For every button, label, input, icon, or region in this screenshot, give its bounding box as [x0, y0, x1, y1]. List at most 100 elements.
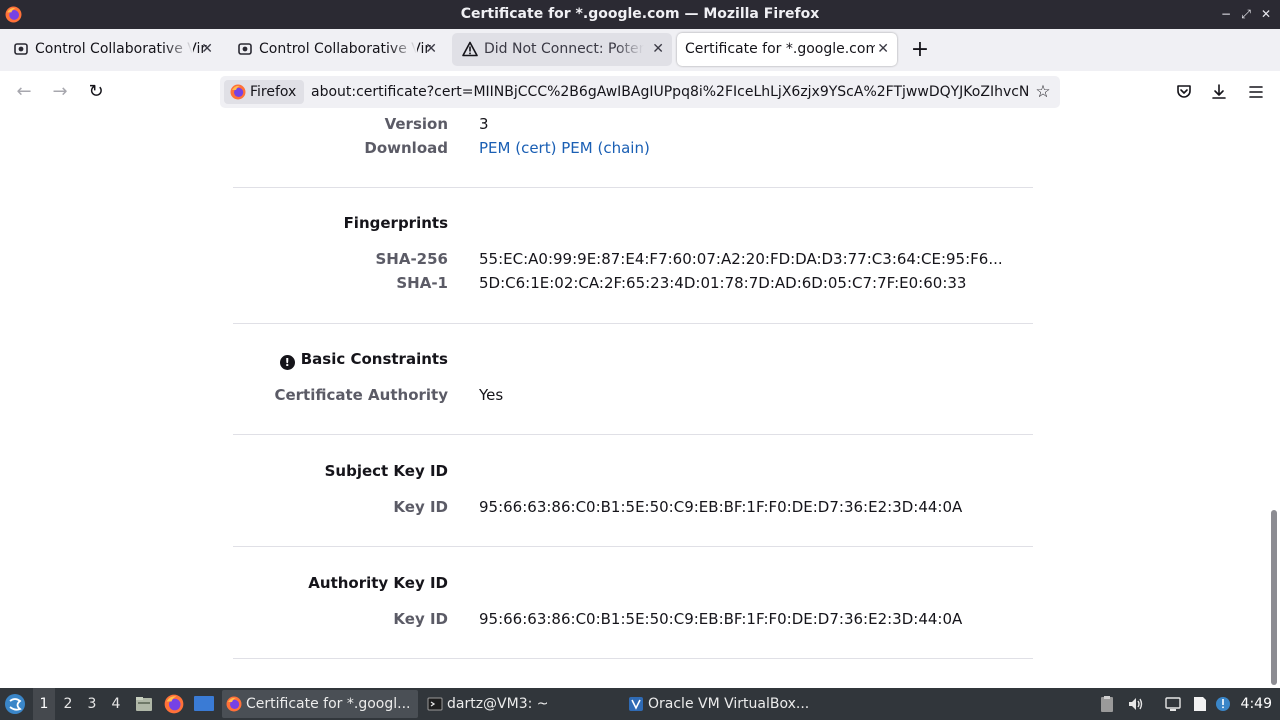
- subject-key-id-section: Subject Key ID Key ID 95:66:63:86:C0:B1:…: [233, 434, 1033, 547]
- update-notification-icon: [1216, 697, 1230, 711]
- task-label: Oracle VM VirtualBox...: [648, 696, 810, 712]
- tab-label: Certificate for *.google.com: [685, 41, 875, 57]
- new-tab-button[interactable]: +: [908, 35, 932, 65]
- clock[interactable]: 4:49: [1241, 688, 1272, 720]
- volume-icon: [1129, 698, 1143, 710]
- tab-fade: [165, 33, 193, 66]
- tab-certificate[interactable]: Certificate for *.google.com ✕: [677, 33, 897, 66]
- show-desktop-launcher[interactable]: [193, 688, 215, 720]
- tray-updates[interactable]: [1214, 695, 1232, 713]
- workspace-2[interactable]: 2: [57, 688, 79, 720]
- bookmark-star-icon[interactable]: ☆: [1032, 81, 1054, 103]
- sha1-label: SHA-1: [396, 274, 448, 292]
- task-firefox[interactable]: Certificate for *.googl...: [222, 690, 418, 718]
- pem-cert-link[interactable]: PEM (cert): [479, 139, 556, 157]
- basic-constraints-heading: ! Basic Constraints: [279, 350, 448, 370]
- window-titlebar: Certificate for *.google.com — Mozilla F…: [0, 0, 1280, 29]
- certificate-authority-value: Yes: [479, 386, 504, 404]
- reload-button[interactable]: ↻: [84, 80, 108, 104]
- authority-key-id-label: Key ID: [393, 610, 448, 628]
- workspace-4[interactable]: 4: [105, 688, 127, 720]
- clipboard-icon: [1101, 696, 1113, 712]
- tray-notes[interactable]: [1191, 695, 1209, 713]
- subject-key-id-value: 95:66:63:86:C0:B1:5E:50:C9:EB:BF:1F:F0:D…: [479, 498, 963, 516]
- sha256-label: SHA-256: [375, 250, 448, 268]
- warning-icon: [462, 41, 478, 57]
- forward-button[interactable]: →: [48, 80, 72, 104]
- taskbar: 1 2 3 4 Certificate for *.googl... dartz…: [0, 688, 1280, 720]
- misc-section: Version 3 Download PEM (cert) PEM (chain…: [233, 113, 1033, 188]
- notes-icon: [1194, 697, 1206, 711]
- firefox-launcher[interactable]: [164, 688, 184, 720]
- download-icon: [1212, 84, 1226, 99]
- task-label: Certificate for *.googl...: [246, 696, 411, 712]
- firefox-icon: [226, 696, 242, 712]
- close-tab-icon[interactable]: ✕: [877, 33, 889, 66]
- version-label: Version: [384, 115, 448, 133]
- back-button[interactable]: ←: [12, 80, 36, 104]
- workspace-1[interactable]: 1: [33, 688, 55, 720]
- tab-fade: [389, 33, 417, 66]
- sha256-value: 55:EC:A0:99:9E:87:E4:F7:60:07:A2:20:FD:D…: [479, 250, 1003, 268]
- fingerprints-section: Fingerprints SHA-256 55:EC:A0:99:9E:87:E…: [233, 187, 1033, 324]
- version-value: 3: [479, 115, 489, 133]
- firefox-icon: [230, 84, 246, 100]
- file-manager-icon: [136, 697, 152, 711]
- certificate-authority-label: Certificate Authority: [274, 386, 448, 404]
- identity-box[interactable]: Firefox: [224, 80, 304, 104]
- subject-key-id-label: Key ID: [393, 498, 448, 516]
- close-tab-icon[interactable]: ✕: [201, 33, 213, 66]
- start-menu-button[interactable]: [4, 688, 28, 720]
- certificate-page: Version 3 Download PEM (cert) PEM (chain…: [0, 113, 1268, 688]
- pem-chain-link[interactable]: PEM (chain): [561, 139, 650, 157]
- app-menu-button[interactable]: [1244, 80, 1268, 104]
- network-icon: [1165, 697, 1181, 711]
- close-tab-icon[interactable]: ✕: [425, 33, 437, 66]
- close-window-button[interactable]: ✕: [1258, 6, 1274, 22]
- scrollbar-thumb[interactable]: [1271, 510, 1277, 685]
- fingerprints-heading: Fingerprints: [343, 214, 448, 232]
- close-tab-icon[interactable]: ✕: [652, 33, 664, 66]
- identity-label: Firefox: [250, 84, 297, 100]
- hamburger-menu-icon: [1249, 86, 1263, 98]
- task-label: dartz@VM3: ~: [447, 696, 549, 712]
- tray-keyboard[interactable]: [1098, 695, 1116, 713]
- minimize-button[interactable]: −: [1218, 6, 1234, 22]
- pocket-icon: [1177, 85, 1191, 98]
- critical-extension-icon: !: [279, 355, 295, 370]
- maximize-button[interactable]: ⤢: [1238, 6, 1254, 22]
- downloads-button[interactable]: [1207, 80, 1231, 104]
- task-terminal[interactable]: dartz@VM3: ~: [423, 690, 619, 718]
- virtualbox-icon: [629, 697, 643, 711]
- tray-volume[interactable]: [1127, 695, 1145, 713]
- terminal-icon: [427, 697, 443, 711]
- vm-icon: [14, 43, 28, 55]
- url-input[interactable]: about:certificate?cert=MIINBjCCC%2B6gAwI…: [311, 76, 1029, 108]
- vm-icon: [238, 43, 252, 55]
- authority-key-id-value: 95:66:63:86:C0:B1:5E:50:C9:EB:BF:1F:F0:D…: [479, 610, 963, 628]
- page-scrollbar[interactable]: [1268, 113, 1280, 688]
- basic-constraints-title: Basic Constraints: [300, 350, 448, 368]
- start-menu-icon: [5, 694, 25, 714]
- tray-network[interactable]: [1164, 695, 1182, 713]
- subject-key-id-heading: Subject Key ID: [324, 462, 448, 480]
- basic-constraints-section: ! Basic Constraints Certificate Authority…: [233, 323, 1033, 435]
- download-links: PEM (cert) PEM (chain): [479, 139, 650, 157]
- tab-did-not-connect[interactable]: Did Not Connect: Potent ✕: [452, 33, 672, 66]
- file-manager-launcher[interactable]: [134, 688, 154, 720]
- tab-strip: Control Collaborative Virt ✕ Control Col…: [0, 29, 1280, 71]
- tab-fade: [616, 33, 644, 66]
- tab-control-collaborative-1[interactable]: Control Collaborative Virt ✕: [3, 33, 221, 66]
- url-bar[interactable]: Firefox about:certificate?cert=MIINBjCCC…: [220, 76, 1060, 108]
- tab-control-collaborative-2[interactable]: Control Collaborative Virt ✕: [227, 33, 445, 66]
- sha1-value: 5D:C6:1E:02:CA:2F:65:23:4D:01:78:7D:AD:6…: [479, 274, 967, 292]
- authority-key-id-section: Authority Key ID Key ID 95:66:63:86:C0:B…: [233, 546, 1033, 659]
- authority-key-id-heading: Authority Key ID: [308, 574, 448, 592]
- desktop-icon: [194, 696, 214, 711]
- firefox-icon: [164, 694, 184, 714]
- workspace-3[interactable]: 3: [81, 688, 103, 720]
- task-virtualbox[interactable]: Oracle VM VirtualBox...: [624, 690, 820, 718]
- pocket-button[interactable]: [1172, 80, 1196, 104]
- navigation-bar: ← → ↻ Firefox about:certificate?cert=MII…: [0, 71, 1280, 114]
- window-title: Certificate for *.google.com — Mozilla F…: [460, 6, 820, 22]
